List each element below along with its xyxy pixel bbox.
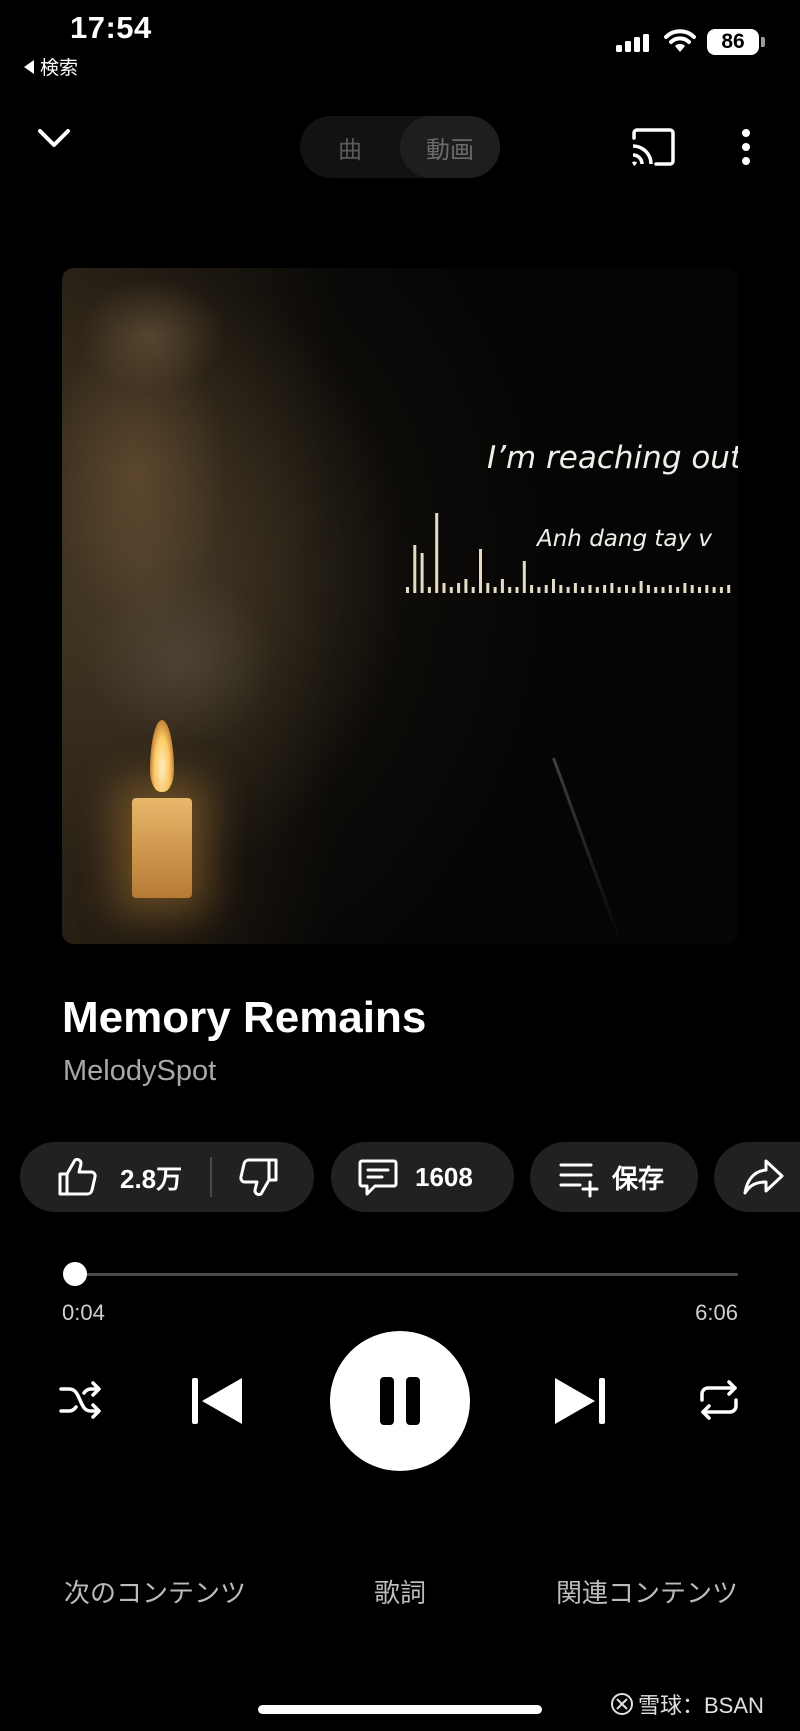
thumbs-down-icon[interactable] [238,1156,280,1198]
visualizer-bar [719,587,723,593]
visualizer-bar [449,587,453,593]
artwork-portrait [62,268,362,944]
tab-up-next[interactable]: 次のコンテンツ [64,1573,246,1610]
visualizer-bar [464,579,468,593]
comment-icon [358,1159,398,1196]
visualizer-bar [683,583,687,593]
chevron-down-icon[interactable] [36,126,72,150]
visualizer-bar [552,579,555,593]
song-video-toggle: 曲 動画 [300,116,500,178]
visualizer-bar [471,587,475,593]
visualizer-bar [632,587,636,593]
playlist-add-icon [559,1163,599,1198]
repeat-icon[interactable] [697,1378,741,1422]
visualizer-bar [544,585,548,593]
visualizer-bar [530,585,534,593]
visualizer-bar [413,545,417,593]
total-duration: 6:06 [695,1300,738,1325]
artwork-lyric-line: I’m reaching out [487,440,738,476]
save-label: 保存 [612,1163,665,1194]
visualizer-bar [559,585,563,593]
visualizer-bar [727,585,731,593]
comments-button[interactable]: 1608 [331,1142,514,1212]
tab-lyrics[interactable]: 歌詞 [374,1573,426,1610]
back-to-search-label: 検索 [40,58,79,79]
tab-related[interactable]: 関連コンテンツ [556,1573,738,1610]
save-button[interactable]: 保存 [530,1142,698,1212]
visualizer-bar [595,587,599,593]
back-to-search-link[interactable]: 検索 [24,53,78,80]
shuffle-icon[interactable] [58,1378,102,1422]
visualizer-bar [661,587,665,593]
visualizer-bar [639,581,643,593]
like-dislike-chip: 2.8万 [20,1142,314,1212]
artist-name[interactable]: MelodySpot [63,1055,216,1088]
visualizer-bar [676,587,680,593]
watermark: 雪球：BSAN [610,1688,764,1720]
visualizer-bar [537,587,541,593]
audio-visualizer [406,513,731,593]
visualizer-bar [493,587,497,593]
visualizer-bar [668,585,672,593]
cellular-signal-icon [616,34,649,52]
current-time: 0:04 [62,1300,105,1325]
visualizer-bar [573,583,577,593]
visualizer-bar [581,587,585,593]
visualizer-bar [427,587,431,593]
visualizer-bar [588,585,592,593]
status-time: 17:54 [70,10,152,45]
share-button[interactable] [714,1142,800,1212]
tab-song[interactable]: 曲 [300,116,400,178]
skip-previous-icon[interactable] [190,1376,244,1426]
back-triangle-icon [24,59,34,74]
visualizer-bar [522,561,526,593]
share-icon [743,1159,784,1195]
artwork-streak [552,757,624,944]
visualizer-bar [705,585,709,593]
visualizer-bar [712,587,716,593]
progress-track[interactable] [68,1273,738,1276]
cast-icon[interactable] [630,128,676,166]
chip-divider [210,1157,213,1197]
pause-button[interactable] [330,1331,470,1471]
like-count: 2.8万 [120,1163,183,1194]
visualizer-bar [566,587,570,593]
video-artwork[interactable]: I’m reaching out Anh dang tay v [62,268,738,944]
visualizer-bar [508,587,512,593]
home-indicator[interactable] [258,1705,542,1714]
snowball-logo-icon [611,1693,633,1715]
more-vertical-icon[interactable] [738,128,754,166]
tab-video[interactable]: 動画 [400,116,500,178]
visualizer-bar [442,583,446,593]
visualizer-bar [610,583,614,593]
visualizer-bar [457,583,461,593]
pause-icon [380,1377,420,1425]
visualizer-bar [406,587,409,593]
song-title: Memory Remains [62,993,427,1042]
visualizer-bar [654,587,658,593]
comment-count: 1608 [415,1161,473,1192]
visualizer-bar [603,585,607,593]
visualizer-bar [515,587,519,593]
candle [132,798,192,898]
battery-indicator: 86 [707,29,765,55]
progress-scrubber[interactable] [63,1262,88,1286]
visualizer-bar [625,585,628,593]
visualizer-bar [690,585,694,593]
skip-next-icon[interactable] [553,1376,607,1426]
visualizer-bar [617,587,621,593]
visualizer-bar [486,583,490,593]
visualizer-bar [420,553,424,593]
watermark-text: 雪球：BSAN [638,1693,764,1718]
visualizer-bar [646,585,650,593]
visualizer-bar [500,579,504,593]
visualizer-bar [698,587,701,593]
wifi-icon [664,29,696,52]
thumbs-up-icon[interactable] [56,1156,98,1198]
visualizer-bar [479,549,482,593]
visualizer-bar [435,513,439,593]
